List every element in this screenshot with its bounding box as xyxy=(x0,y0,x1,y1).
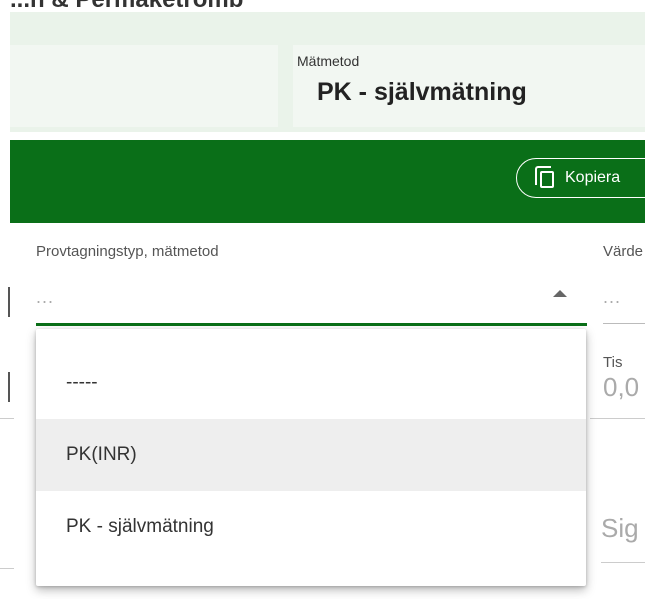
provtagning-select-value[interactable]: ... xyxy=(36,287,54,308)
provtagning-select-underline xyxy=(36,323,587,326)
sig-underline xyxy=(601,562,645,563)
matmetod-label: Mätmetod xyxy=(297,53,360,69)
chevron-up-icon[interactable] xyxy=(553,290,567,297)
sig-input[interactable]: Sig xyxy=(601,513,645,544)
varde-input[interactable]: ... xyxy=(603,287,621,308)
kopiera-button[interactable]: Kopiera xyxy=(516,158,645,198)
left-field-underline-2 xyxy=(0,568,14,569)
varde-underline xyxy=(603,323,645,324)
copy-icon xyxy=(535,166,557,190)
provtagning-label: Provtagningstyp, mätmetod xyxy=(36,243,219,260)
kopiera-button-label: Kopiera xyxy=(565,169,621,186)
left-field-edge xyxy=(0,287,10,317)
dropdown-option-empty[interactable]: ----- xyxy=(36,347,586,419)
tis-label: Tis xyxy=(603,354,623,371)
dropdown-option-pk-inr[interactable]: PK(INR) xyxy=(36,419,586,491)
tis-underline xyxy=(590,418,645,419)
dropdown-option-pk-sjalvmatning[interactable]: PK - självmätning xyxy=(36,491,586,563)
varde-label: Värde xyxy=(603,243,644,260)
info-cell-empty xyxy=(10,45,278,127)
left-field-underline xyxy=(0,418,14,419)
matmetod-value: PK - självmätning xyxy=(317,78,527,106)
provtagning-dropdown-menu: ----- PK(INR) PK - självmätning xyxy=(36,329,586,586)
tis-input[interactable]: 0,0 xyxy=(603,372,645,403)
left-field-edge-2 xyxy=(0,372,10,402)
